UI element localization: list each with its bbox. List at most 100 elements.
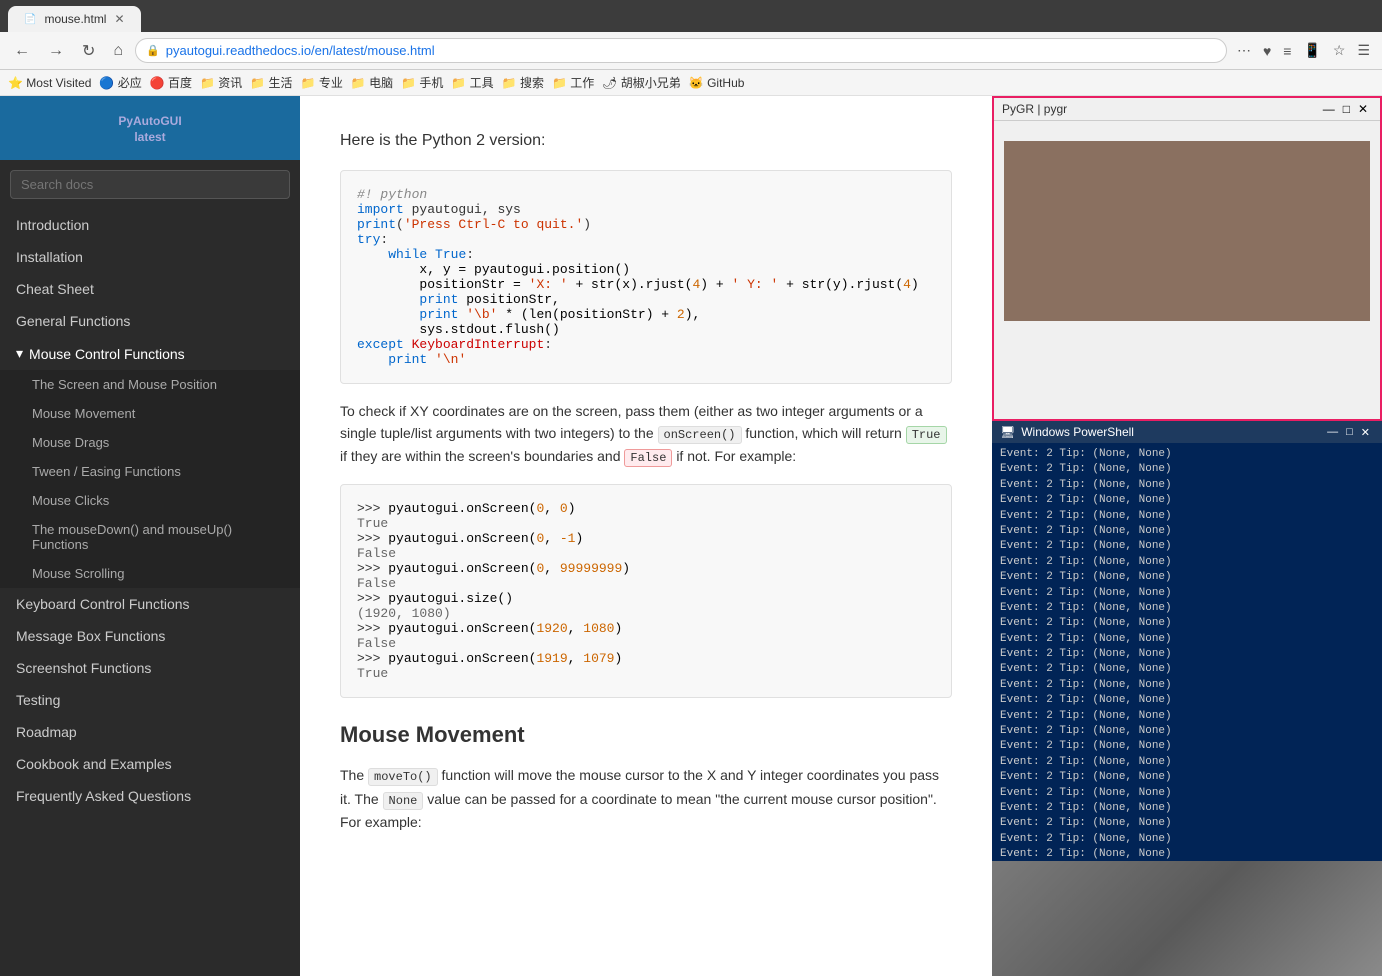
sidebar-subitem-screen-mouse-position[interactable]: The Screen and Mouse Position — [0, 370, 300, 399]
ps-output-line: Event: 2 Tip: (None, None) — [1000, 739, 1374, 754]
sidebar-logo-text: PyAutoGUI — [16, 114, 284, 128]
code-line: >>> pyautogui.size() — [357, 591, 935, 606]
ps-output-line: Event: 2 Tip: (None, None) — [1000, 632, 1374, 647]
code-line: True — [357, 666, 935, 681]
sidebar-version: latest — [16, 130, 284, 144]
ps-close-btn[interactable]: ✕ — [1357, 426, 1374, 439]
ps-minimize-btn[interactable]: — — [1323, 426, 1342, 438]
ps-output-line: Event: 2 Tip: (None, None) — [1000, 770, 1374, 785]
sidebar-item-faq[interactable]: Frequently Asked Questions — [0, 780, 300, 812]
pygr-minimize-btn[interactable]: — — [1319, 102, 1339, 116]
pocket-button[interactable]: ♥ — [1259, 38, 1275, 63]
bookmark-gongju[interactable]: 📁 工具 — [451, 74, 493, 91]
code-line: >>> pyautogui.onScreen(1919, 1079) — [357, 651, 935, 666]
ps-output-line: Event: 2 Tip: (None, None) — [1000, 586, 1374, 601]
pygr-image — [1004, 141, 1370, 321]
synced-tabs-button[interactable]: 📱 — [1299, 38, 1324, 63]
ps-output-line: Event: 2 Tip: (None, None) — [1000, 647, 1374, 662]
bookmark-shouji[interactable]: 📁 手机 — [401, 74, 443, 91]
sidebar: PyAutoGUI latest Introduction Installati… — [0, 96, 300, 976]
toolbar-actions: ⋯ ♥ ≡ 📱 ☆ ☰ — [1233, 38, 1374, 63]
ps-titlebar: 🖥 Windows PowerShell — □ ✕ — [992, 421, 1382, 443]
sidebar-subitem-mouse-drags[interactable]: Mouse Drags — [0, 428, 300, 457]
pygr-close-btn[interactable]: ✕ — [1354, 102, 1372, 116]
false-value-code: False — [624, 449, 672, 467]
bookmark-shenghuo[interactable]: 📁 生活 — [250, 74, 292, 91]
refresh-button[interactable]: ↻ — [76, 39, 101, 63]
content-area: Here is the Python 2 version: #! python … — [300, 96, 992, 976]
star-button[interactable]: ☆ — [1329, 38, 1350, 63]
pygr-maximize-btn[interactable]: □ — [1339, 102, 1354, 116]
sidebar-item-screenshot[interactable]: Screenshot Functions — [0, 652, 300, 684]
ps-output-line: Event: 2 Tip: (None, None) — [1000, 709, 1374, 724]
sidebar-nav: Introduction Installation Cheat Sheet Ge… — [0, 209, 300, 812]
sidebar-item-roadmap[interactable]: Roadmap — [0, 716, 300, 748]
onscreen-desc-text4: if not. For example: — [676, 448, 796, 464]
sidebar-item-message-box[interactable]: Message Box Functions — [0, 620, 300, 652]
collapse-icon: ▾ — [16, 345, 23, 362]
tab-title: mouse.html — [44, 12, 106, 26]
bookmark-pepper[interactable]: 🌶 胡椒小兄弟 — [602, 74, 681, 91]
code-line: True — [357, 516, 935, 531]
mouse-control-label: Mouse Control Functions — [29, 346, 185, 362]
sidebar-item-installation[interactable]: Installation — [0, 241, 300, 273]
sidebar-item-mouse-control[interactable]: ▾ Mouse Control Functions — [0, 337, 300, 370]
powershell-window: 🖥 Windows PowerShell — □ ✕ Event: 2 Tip:… — [992, 421, 1382, 861]
true-value-code: True — [906, 426, 947, 444]
forward-button[interactable]: → — [42, 40, 70, 62]
home-button[interactable]: ⌂ — [107, 40, 129, 62]
bookmark-sousuo[interactable]: 📁 搜索 — [502, 74, 544, 91]
sidebar-item-general-functions[interactable]: General Functions — [0, 305, 300, 337]
search-input[interactable] — [10, 170, 290, 199]
sidebar-item-introduction[interactable]: Introduction — [0, 209, 300, 241]
python2-heading: Here is the Python 2 version: — [340, 128, 952, 154]
ps-output-line: Event: 2 Tip: (None, None) — [1000, 555, 1374, 570]
right-panel: PyGR | pygr — □ ✕ 🖥 Windows PowerShell —… — [992, 96, 1382, 976]
address-bar[interactable]: 🔒 pyautogui.readthedocs.io/en/latest/mou… — [135, 38, 1227, 63]
bookmark-zixun[interactable]: 📁 资讯 — [200, 74, 242, 91]
ps-output-line: Event: 2 Tip: (None, None) — [1000, 755, 1374, 770]
code-line: x, y = pyautogui.position() — [357, 262, 935, 277]
pygr-window: PyGR | pygr — □ ✕ — [992, 96, 1382, 421]
ps-output-line: Event: 2 Tip: (None, None) — [1000, 462, 1374, 477]
ps-output-line: Event: 2 Tip: (None, None) — [1000, 724, 1374, 739]
sidebar-subitem-mousedown-mouseup[interactable]: The mouseDown() and mouseUp() Functions — [0, 515, 300, 559]
none-value-code: None — [383, 792, 424, 810]
tab-close-btn[interactable]: ✕ — [114, 12, 124, 26]
bookmark-baidu[interactable]: 🔴 百度 — [150, 74, 192, 91]
sidebar-item-cookbook[interactable]: Cookbook and Examples — [0, 748, 300, 780]
sidebar-item-cheat-sheet[interactable]: Cheat Sheet — [0, 273, 300, 305]
ps-title-text: Windows PowerShell — [1021, 425, 1323, 439]
sidebar-subitem-mouse-movement[interactable]: Mouse Movement — [0, 399, 300, 428]
sidebar-item-keyboard-control[interactable]: Keyboard Control Functions — [0, 588, 300, 620]
back-button[interactable]: ← — [8, 40, 36, 62]
sidebar-header: PyAutoGUI latest — [0, 96, 300, 160]
bookmarks-button[interactable]: ⋯ — [1233, 38, 1255, 63]
sidebar-item-testing[interactable]: Testing — [0, 684, 300, 716]
bookmark-most-visited[interactable]: ⭐ Most Visited — [8, 74, 91, 91]
sidebar-subitem-tween-easing[interactable]: Tween / Easing Functions — [0, 457, 300, 486]
bookmark-gongzuo[interactable]: 📁 工作 — [552, 74, 594, 91]
sidebar-subitem-mouse-clicks[interactable]: Mouse Clicks — [0, 486, 300, 515]
ps-output-line: Event: 2 Tip: (None, None) — [1000, 524, 1374, 539]
bookmark-zhuanye[interactable]: 📁 专业 — [301, 74, 343, 91]
ps-maximize-btn[interactable]: □ — [1342, 426, 1357, 438]
code-line: False — [357, 576, 935, 591]
bookmark-github[interactable]: 🐱 GitHub — [689, 74, 745, 91]
sidebar-subitem-mouse-scrolling[interactable]: Mouse Scrolling — [0, 559, 300, 588]
code-line: import pyautogui, sys — [357, 202, 935, 217]
bookmark-bing[interactable]: 🔵 必应 — [99, 74, 141, 91]
code-line: while True: — [357, 247, 935, 262]
moveto-desc-text1: The — [340, 767, 364, 783]
code-line: >>> pyautogui.onScreen(1920, 1080) — [357, 621, 935, 636]
more-button[interactable]: ☰ — [1353, 38, 1374, 63]
bookmarks-bar: ⭐ Most Visited 🔵 必应 🔴 百度 📁 资讯 📁 生活 📁 专业 … — [0, 70, 1382, 96]
browser-tab[interactable]: 📄 mouse.html ✕ — [8, 6, 141, 32]
ps-output-line: Event: 2 Tip: (None, None) — [1000, 662, 1374, 677]
reader-button[interactable]: ≡ — [1279, 38, 1295, 63]
ps-output-line: Event: 2 Tip: (None, None) — [1000, 601, 1374, 616]
ps-output-line: Event: 2 Tip: (None, None) — [1000, 493, 1374, 508]
bookmark-diannao[interactable]: 📁 电脑 — [351, 74, 393, 91]
onscreen-description: To check if XY coordinates are on the sc… — [340, 400, 952, 469]
browser-toolbar: ← → ↻ ⌂ 🔒 pyautogui.readthedocs.io/en/la… — [0, 32, 1382, 70]
